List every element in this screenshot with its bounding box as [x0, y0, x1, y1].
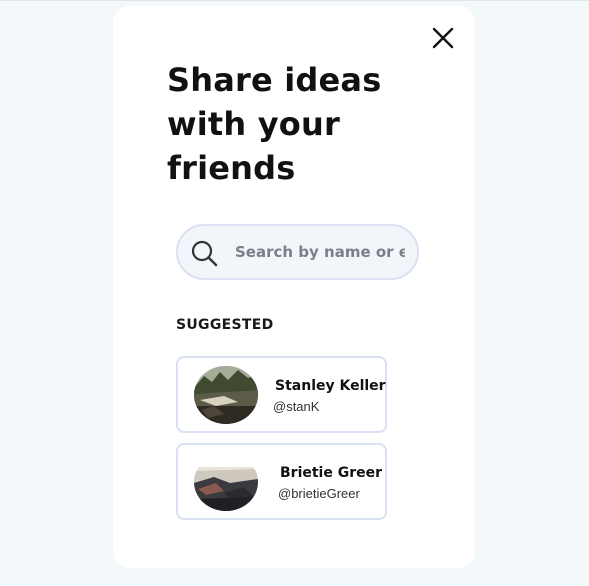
close-icon	[432, 27, 454, 49]
user-handle: @stanK	[273, 399, 320, 414]
user-name: Stanley Keller	[275, 378, 386, 394]
avatar	[194, 453, 258, 511]
close-button[interactable]	[431, 26, 455, 50]
search-box[interactable]	[176, 224, 419, 280]
share-modal: Share ideas with your friends SUGGESTED …	[113, 6, 475, 568]
suggested-user-card[interactable]: Brietie Greer @brietieGreer	[176, 443, 387, 520]
search-input[interactable]	[235, 226, 405, 278]
user-handle: @brietieGreer	[278, 486, 360, 501]
avatar	[194, 366, 258, 424]
user-name: Brietie Greer	[280, 465, 383, 481]
suggested-user-card[interactable]: Stanley Keller @stanK	[176, 356, 387, 433]
suggested-heading: SUGGESTED	[176, 317, 274, 333]
modal-title: Share ideas with your friends	[167, 61, 382, 187]
search-icon	[191, 240, 218, 267]
top-divider	[0, 0, 589, 1]
